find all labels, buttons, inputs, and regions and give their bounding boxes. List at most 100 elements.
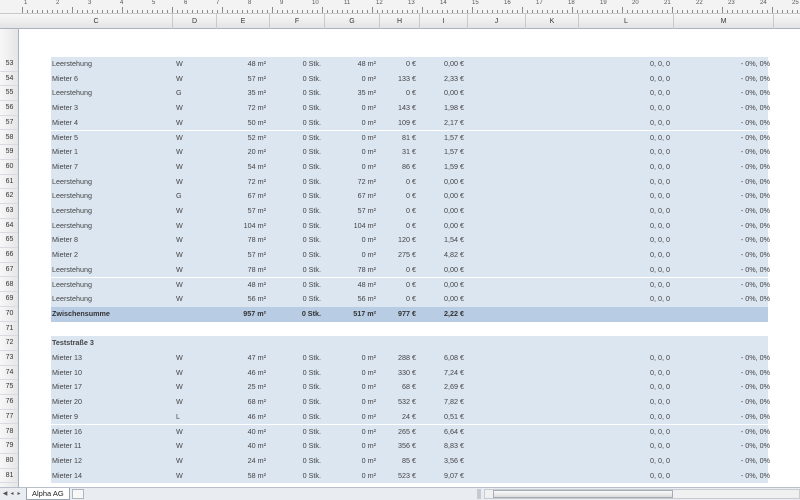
cell-c[interactable]: Mieter 4 xyxy=(52,116,78,131)
cell-c[interactable]: Leerstehung xyxy=(52,175,92,190)
row-header-80[interactable]: 80 xyxy=(0,454,18,469)
cell-e[interactable]: 57 m² xyxy=(217,72,266,87)
cell-l[interactable]: 0, 0, 0 xyxy=(579,292,670,307)
cell-c[interactable]: Mieter 12 xyxy=(52,454,82,469)
column-header-c[interactable]: C xyxy=(20,14,173,29)
cell-f[interactable]: 0 Stk. xyxy=(270,307,321,322)
table-row[interactable]: Mieter 17 W 25 m² 0 Stk. 0 m² 68 € 2,69 € 0, 0,… xyxy=(20,380,800,396)
cell-c[interactable]: Mieter 8 xyxy=(52,233,78,248)
row-header-77[interactable]: 77 xyxy=(0,410,18,425)
table-row[interactable]: Mieter 5 W 52 m² 0 Stk. 0 m² 81 € 1,57 € 0, 0, … xyxy=(20,130,800,146)
table-row[interactable]: Leerstehung W 57 m² 0 Stk. 57 m² 0 € 0,00 € 0, … xyxy=(20,204,800,219)
cell-e[interactable]: 54 m² xyxy=(217,160,266,175)
cell-m[interactable]: - 0%, 0% xyxy=(674,57,770,72)
table-row[interactable]: Leerstehung W 72 m² 0 Stk. 72 m² 0 € 0,00 € 0, … xyxy=(20,174,800,190)
cell-h[interactable]: 0 € xyxy=(380,278,416,293)
cell-l[interactable]: 0, 0, 0 xyxy=(579,131,670,146)
cell-d[interactable]: G xyxy=(176,86,182,101)
section-header-row[interactable]: Teststraße 3 xyxy=(20,336,800,351)
row-header-78[interactable]: 78 xyxy=(0,425,18,440)
cell-f[interactable]: 0 Stk. xyxy=(270,469,321,484)
cell-m[interactable]: - 0%, 0% xyxy=(674,233,770,248)
cell-f[interactable]: 0 Stk. xyxy=(270,425,321,440)
cell-g[interactable]: 48 m² xyxy=(325,278,376,293)
cell-i[interactable]: 0,00 € xyxy=(420,292,464,307)
cell-g[interactable]: 0 m² xyxy=(325,101,376,116)
table-row[interactable]: Mieter 14 W 58 m² 0 Stk. 0 m² 523 € 9,07 € 0, 0… xyxy=(20,468,800,484)
row-header-75[interactable]: 75 xyxy=(0,380,18,396)
column-header-g[interactable]: G xyxy=(325,14,380,29)
cell-h[interactable]: 0 € xyxy=(380,189,416,204)
row-header-55[interactable]: 55 xyxy=(0,86,18,102)
cell-f[interactable]: 0 Stk. xyxy=(270,410,321,425)
cell-m[interactable]: - 0%, 0% xyxy=(674,380,770,395)
row-header-58[interactable]: 58 xyxy=(0,131,18,146)
cell-d[interactable]: W xyxy=(176,101,183,116)
cell-c[interactable]: Leerstehung xyxy=(52,86,92,101)
cell-g[interactable]: 0 m² xyxy=(325,469,376,484)
cell-e[interactable]: 78 m² xyxy=(217,263,266,278)
cell-g[interactable]: 0 m² xyxy=(325,72,376,87)
cell-c[interactable]: Mieter 1 xyxy=(52,145,78,160)
cell-e[interactable]: 48 m² xyxy=(217,57,266,72)
cell-l[interactable]: 0, 0, 0 xyxy=(579,189,670,204)
cell-i[interactable]: 0,51 € xyxy=(420,410,464,425)
cell-c[interactable]: Mieter 9 xyxy=(52,410,78,425)
cell-f[interactable]: 0 Stk. xyxy=(270,131,321,146)
cell-i[interactable]: 9,07 € xyxy=(420,469,464,484)
cell-f[interactable]: 0 Stk. xyxy=(270,204,321,219)
cell-l[interactable]: 0, 0, 0 xyxy=(579,278,670,293)
cell-i[interactable]: 2,17 € xyxy=(420,116,464,131)
cell-d[interactable]: W xyxy=(176,175,183,190)
cell-m[interactable]: - 0%, 0% xyxy=(674,72,770,87)
cell-d[interactable]: W xyxy=(176,454,183,469)
cell-c[interactable]: Mieter 6 xyxy=(52,72,78,87)
cell-i[interactable]: 0,00 € xyxy=(420,219,464,234)
cell-h[interactable]: 265 € xyxy=(380,425,416,440)
cell-g[interactable]: 0 m² xyxy=(325,410,376,425)
cell-d[interactable]: W xyxy=(176,131,183,146)
cell-g[interactable]: 35 m² xyxy=(325,86,376,101)
row-header-65[interactable]: 65 xyxy=(0,233,18,249)
cell-h[interactable]: 143 € xyxy=(380,101,416,116)
cell-h[interactable]: 31 € xyxy=(380,145,416,160)
cell-i[interactable]: 1,57 € xyxy=(420,131,464,146)
cell-i[interactable]: 7,24 € xyxy=(420,366,464,381)
cell-g[interactable]: 0 m² xyxy=(325,380,376,395)
row-header-60[interactable]: 60 xyxy=(0,160,18,175)
horizontal-scrollbar[interactable] xyxy=(484,489,800,499)
column-header-d[interactable]: D xyxy=(173,14,217,29)
cell-e[interactable]: 46 m² xyxy=(217,410,266,425)
cell-e[interactable]: 48 m² xyxy=(217,278,266,293)
column-header-f[interactable]: F xyxy=(270,14,325,29)
cell-d[interactable]: W xyxy=(176,425,183,440)
cell-h[interactable]: 24 € xyxy=(380,410,416,425)
cell-f[interactable]: 0 Stk. xyxy=(270,57,321,72)
cell-c[interactable]: Mieter 2 xyxy=(52,248,78,263)
cell-d[interactable]: W xyxy=(176,351,183,366)
cell-m[interactable]: - 0%, 0% xyxy=(674,131,770,146)
cell-c[interactable]: Mieter 7 xyxy=(52,160,78,175)
cell-e[interactable]: 78 m² xyxy=(217,233,266,248)
row-header-74[interactable]: 74 xyxy=(0,366,18,381)
cell-i[interactable]: 2,22 € xyxy=(420,307,464,322)
table-row[interactable]: Mieter 20 W 68 m² 0 Stk. 0 m² 532 € 7,82 € 0, 0… xyxy=(20,395,800,410)
cell-c[interactable]: Leerstehung xyxy=(52,57,92,72)
cell-m[interactable]: - 0%, 0% xyxy=(674,101,770,116)
cell-e[interactable]: 50 m² xyxy=(217,116,266,131)
cell-i[interactable]: 7,82 € xyxy=(420,395,464,410)
cell-d[interactable]: W xyxy=(176,233,183,248)
cell-e[interactable]: 57 m² xyxy=(217,248,266,263)
cell-c[interactable]: Mieter 11 xyxy=(52,439,81,454)
table-row[interactable]: Mieter 12 W 24 m² 0 Stk. 0 m² 85 € 3,56 € 0, 0,… xyxy=(20,453,800,469)
cell-f[interactable]: 0 Stk. xyxy=(270,101,321,116)
cell-d[interactable]: W xyxy=(176,72,183,87)
cell-h[interactable]: 0 € xyxy=(380,175,416,190)
cell-i[interactable]: 0,00 € xyxy=(420,57,464,72)
first-sheet-icon[interactable]: ◀ xyxy=(2,490,8,498)
table-row[interactable]: Mieter 11 W 40 m² 0 Stk. 0 m² 356 € 8,83 € 0, 0… xyxy=(20,439,800,454)
table-row[interactable]: Mieter 16 W 40 m² 0 Stk. 0 m² 265 € 6,64 € 0, 0… xyxy=(20,424,800,440)
cell-l[interactable]: 0, 0, 0 xyxy=(579,263,670,278)
cell-g[interactable]: 57 m² xyxy=(325,204,376,219)
cell-m[interactable]: - 0%, 0% xyxy=(674,86,770,101)
